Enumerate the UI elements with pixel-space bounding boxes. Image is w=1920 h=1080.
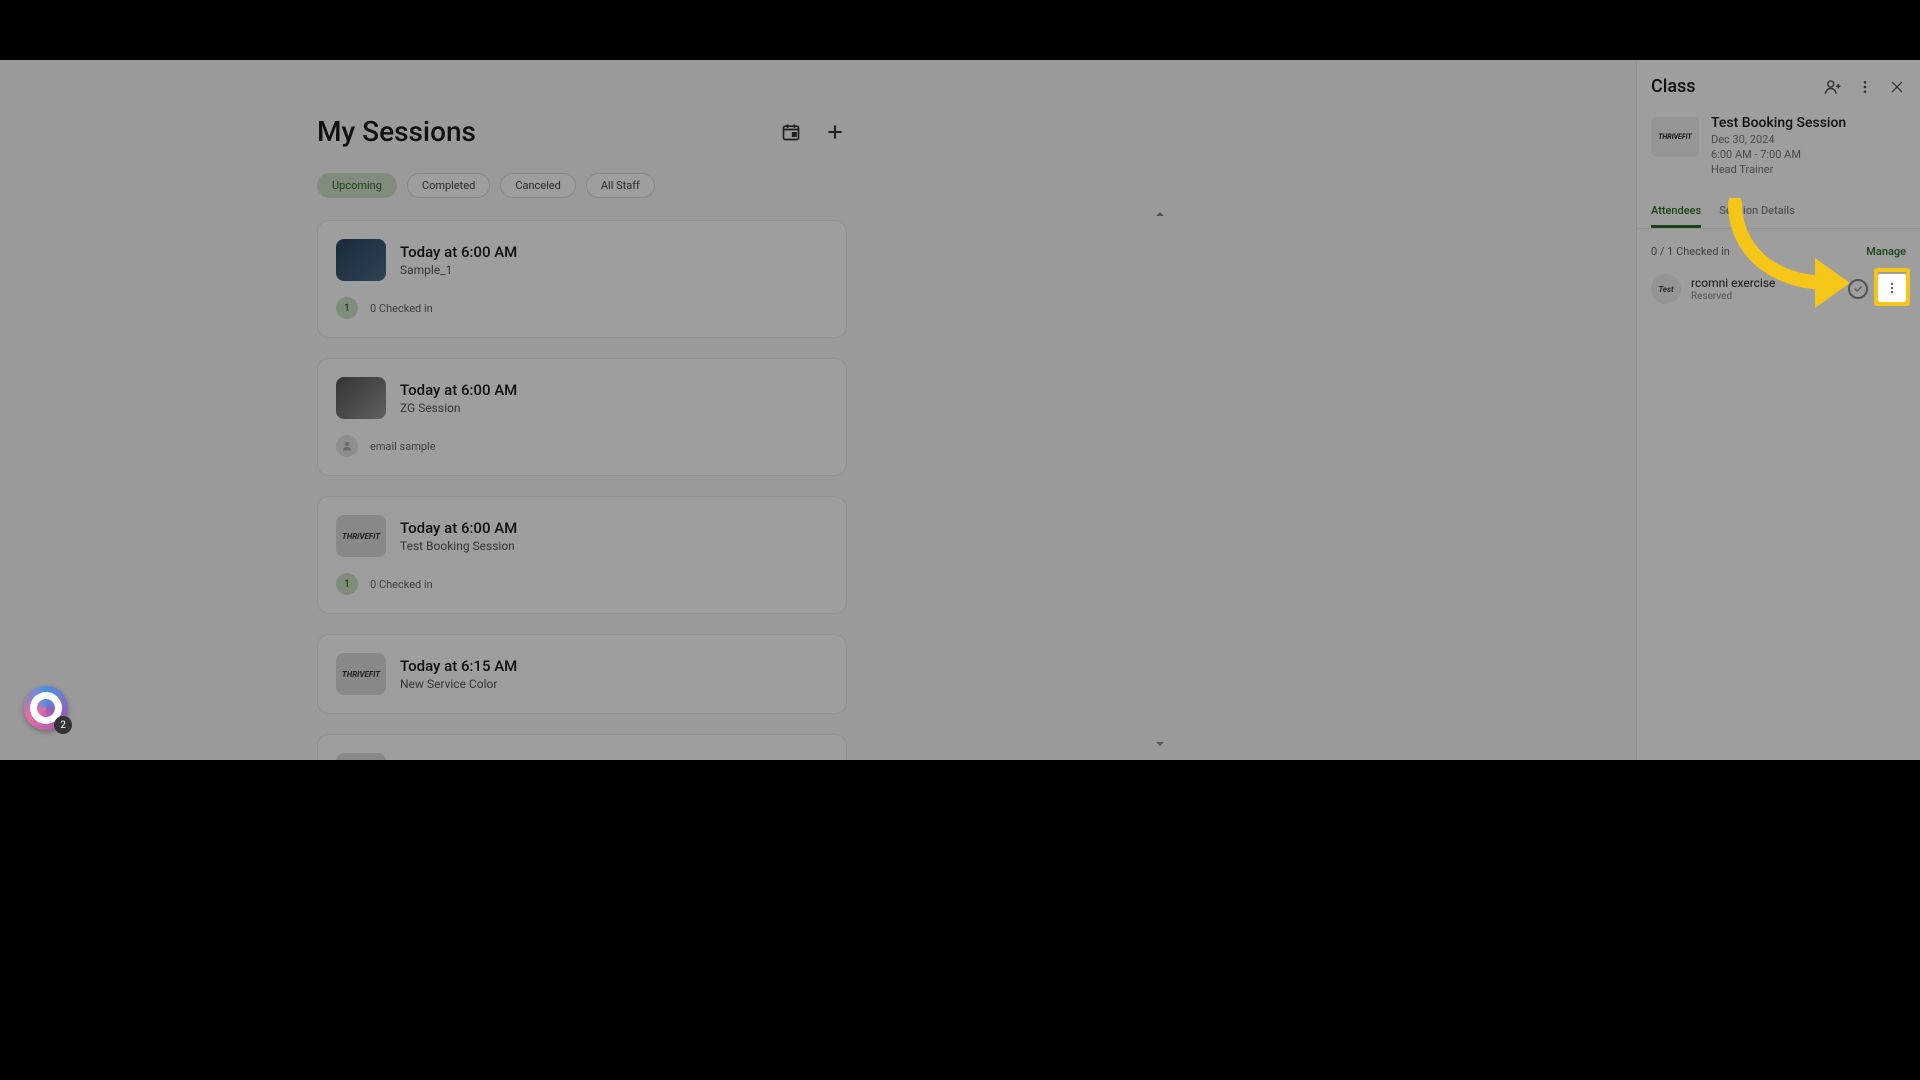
chip-upcoming[interactable]: Upcoming [317,173,397,198]
checked-in-summary: 0 / 1 Checked in [1651,245,1730,258]
session-card[interactable]: Today at 6:00 AM Sample_1 1 0 Checked in [317,220,847,338]
session-name: New Service Color [400,677,517,691]
attendee-status: Reserved [1691,291,1775,302]
session-list: Today at 6:00 AM Sample_1 1 0 Checked in [317,220,847,760]
class-side-panel: Class THRIVEFIT Test Booking Session Dec… [1636,60,1920,760]
panel-session-date: Dec 30, 2024 [1711,133,1846,146]
panel-session-trainer: Head Trainer [1711,163,1846,176]
tab-attendees[interactable]: Attendees [1651,196,1701,228]
add-icon[interactable] [823,120,847,144]
filter-chips: Upcoming Completed Canceled All Staff [317,173,847,198]
panel-session-info: THRIVEFIT Test Booking Session Dec 30, 2… [1637,111,1920,196]
session-thumb: THRIVEFIT [336,753,386,760]
session-time: Today at 6:00 AM [400,381,517,399]
tab-session-details[interactable]: Session Details [1719,196,1795,228]
session-name: Sample_1 [400,263,517,277]
main-column: My Sessions Upcoming Completed Canceled [0,60,1172,760]
close-icon[interactable] [1888,78,1906,96]
panel-session-time: 6:00 AM - 7:00 AM [1711,148,1846,161]
panel-title: Class [1651,76,1696,97]
panel-tabs: Attendees Session Details [1637,196,1920,229]
session-name: ZG Session [400,401,517,415]
scroll-up-icon[interactable] [1154,208,1168,222]
bubble-badge: 2 [54,716,72,734]
session-thumb [336,377,386,419]
panel-header: Class [1637,60,1920,111]
session-card[interactable]: Today at 6:00 AM ZG Session email sample [317,358,847,476]
session-time: Today at 6:00 AM [400,243,517,261]
content-area: My Sessions Upcoming Completed Canceled [317,60,847,760]
more-icon[interactable] [1856,78,1874,96]
calendar-icon[interactable] [779,120,803,144]
checked-in-text: 0 Checked in [370,302,433,315]
panel-status-bar: 0 / 1 Checked in Manage [1637,229,1920,268]
chip-canceled[interactable]: Canceled [500,173,576,198]
app-root: My Sessions Upcoming Completed Canceled [0,60,1920,760]
session-time: Today at 6:15 AM [400,657,517,675]
attendee-count-badge: 1 [336,573,358,595]
header-actions [779,120,847,144]
chip-completed[interactable]: Completed [407,173,490,198]
session-card[interactable]: THRIVEFIT Today at 6:30 AM Test Booking … [317,734,847,760]
attendee-name: rcomni exercise [1691,276,1775,290]
check-in-toggle-icon[interactable] [1848,279,1868,299]
session-time: Today at 6:00 AM [400,519,517,537]
manage-link[interactable]: Manage [1866,245,1906,258]
help-bubble-icon[interactable]: 2 [24,686,68,730]
scroll-down-icon[interactable] [1154,738,1168,752]
session-thumb [336,239,386,281]
page-title: My Sessions [317,115,476,148]
page-header: My Sessions [317,60,847,173]
add-attendee-icon[interactable] [1824,78,1842,96]
session-user-text: email sample [370,440,436,453]
attendee-more-icon[interactable] [1878,274,1906,302]
session-logo: THRIVEFIT [1651,117,1699,157]
session-card[interactable]: THRIVEFIT Today at 6:00 AM Test Booking … [317,496,847,614]
chip-all-staff[interactable]: All Staff [586,173,655,198]
session-card[interactable]: THRIVEFIT Today at 6:15 AM New Service C… [317,634,847,714]
session-thumb: THRIVEFIT [336,515,386,557]
session-name: Test Booking Session [400,539,517,553]
panel-session-title: Test Booking Session [1711,115,1846,131]
attendee-avatar: Test [1651,274,1681,304]
session-thumb: THRIVEFIT [336,653,386,695]
attendee-count-badge: 1 [336,297,358,319]
checked-in-text: 0 Checked in [370,578,433,591]
user-icon [336,435,358,457]
